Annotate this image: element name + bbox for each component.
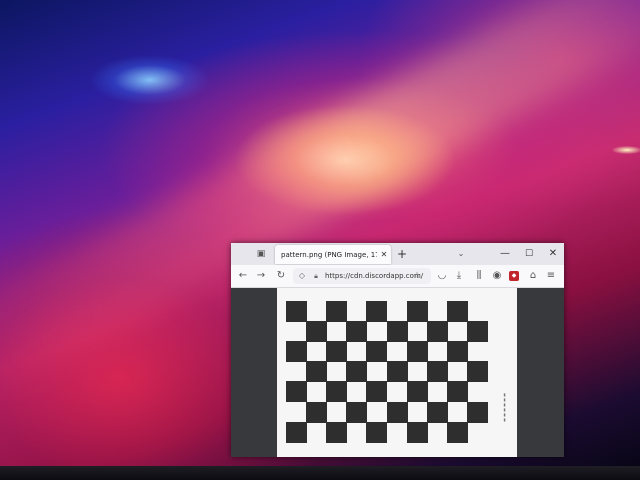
nav-toolbar: ← → ↻ ◇ 🔒︎ https://cdn.discordapp.com/ ☆…: [231, 265, 564, 288]
download-icon[interactable]: ⤓: [453, 269, 465, 283]
checkerboard-pattern: [286, 301, 488, 443]
close-window-button[interactable]: ✕: [547, 247, 559, 261]
tab-title: pattern.png (PNG Image, 1754 × 1240 pixe…: [281, 251, 377, 259]
checker-square: [366, 341, 388, 363]
lock-icon[interactable]: 🔒︎: [311, 270, 321, 282]
checker-square: [426, 401, 448, 423]
checker-square: [306, 401, 328, 423]
tab-close-icon[interactable]: ✕: [379, 249, 389, 261]
checker-square: [446, 421, 468, 443]
pocket-icon[interactable]: ◡: [436, 269, 448, 283]
checker-square: [406, 301, 428, 322]
monitor-bezel: [0, 466, 640, 480]
menu-icon[interactable]: ≡: [545, 269, 557, 283]
checker-square: [466, 321, 488, 343]
checker-square: [446, 341, 468, 363]
checker-square: [286, 381, 307, 403]
reload-button[interactable]: ↻: [275, 269, 287, 283]
pattern-image[interactable]: ▮▮▮▮▮▮: [277, 288, 517, 457]
checker-square: [366, 421, 388, 443]
checker-square: [426, 361, 448, 383]
checker-square: [306, 361, 328, 383]
checker-square: [286, 301, 307, 322]
ublock-shield-icon[interactable]: ◆: [509, 271, 519, 281]
checker-square: [426, 321, 448, 343]
checker-square: [406, 421, 428, 443]
forward-button[interactable]: →: [255, 269, 267, 283]
checker-square: [286, 421, 307, 443]
checker-square: [466, 361, 488, 383]
list-all-tabs-icon[interactable]: ▣: [255, 248, 267, 260]
checker-square: [466, 401, 488, 423]
browser-window: ▣ pattern.png (PNG Image, 1754 × 1240 pi…: [231, 243, 564, 457]
light-reflection: [612, 146, 640, 154]
side-caption-decoration: ▮▮▮▮▮▮: [502, 392, 507, 422]
image-viewer: ▮▮▮▮▮▮: [231, 288, 564, 457]
checker-square: [386, 361, 408, 383]
checker-square: [366, 301, 388, 322]
checker-square: [346, 361, 368, 383]
extensions-icon[interactable]: ⌂: [527, 269, 539, 283]
bookmark-star-icon[interactable]: ☆: [411, 269, 423, 283]
checker-square: [306, 321, 328, 343]
chevron-down-icon[interactable]: ⌄: [455, 248, 467, 260]
maximize-button[interactable]: ☐: [523, 247, 535, 261]
new-tab-button[interactable]: +: [396, 247, 408, 261]
checker-square: [326, 301, 348, 322]
checker-square: [446, 381, 468, 403]
checker-square: [346, 401, 368, 423]
library-icon[interactable]: ⫼: [473, 269, 485, 283]
checker-square: [386, 401, 408, 423]
checker-square: [406, 341, 428, 363]
checker-square: [446, 301, 468, 322]
checker-square: [366, 381, 388, 403]
checker-square: [386, 321, 408, 343]
checker-square: [326, 421, 348, 443]
minimize-button[interactable]: —: [499, 247, 511, 261]
tab-pattern-png[interactable]: pattern.png (PNG Image, 1754 × 1240 pixe…: [275, 245, 391, 264]
account-icon[interactable]: ◉: [491, 269, 503, 283]
checker-square: [326, 381, 348, 403]
checker-square: [286, 341, 307, 363]
checker-square: [346, 321, 368, 343]
tab-bar: ▣ pattern.png (PNG Image, 1754 × 1240 pi…: [231, 243, 564, 265]
shield-icon[interactable]: ◇: [297, 270, 307, 282]
back-button[interactable]: ←: [237, 269, 249, 283]
checker-square: [406, 381, 428, 403]
checker-square: [326, 341, 348, 363]
